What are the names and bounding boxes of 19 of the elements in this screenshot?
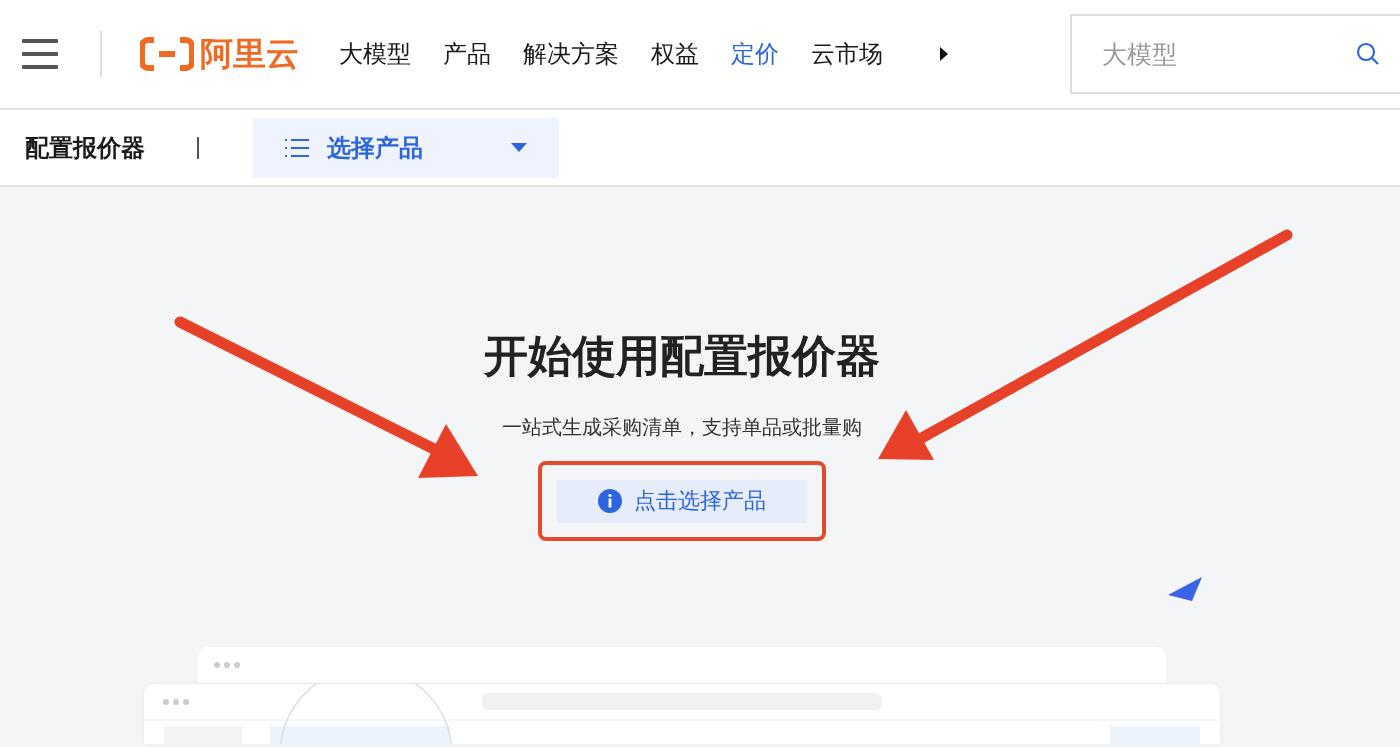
subtitle: 一站式生成采购清单，支持单品或批量购 (502, 414, 862, 441)
page-title: 配置报价器 (25, 132, 145, 164)
nav-link[interactable]: 解决方案 (523, 38, 619, 70)
nav-link[interactable]: 定价 (731, 38, 779, 70)
caret-down-icon (511, 143, 527, 152)
product-dropdown[interactable]: 选择产品 (253, 117, 559, 178)
nav-link[interactable]: 大模型 (339, 38, 411, 70)
nav-link[interactable]: 产品 (443, 38, 491, 70)
window-dots-icon (214, 662, 240, 668)
search-icon[interactable] (1356, 42, 1380, 66)
list-icon (285, 137, 309, 158)
nav-link[interactable]: 云市场 (811, 38, 883, 70)
select-product-button[interactable]: 点击选择产品 (557, 479, 807, 523)
menu-button[interactable] (22, 39, 58, 69)
info-icon (598, 489, 622, 513)
heading: 开始使用配置报价器 (484, 329, 880, 383)
nav-link[interactable]: 权益 (651, 38, 699, 70)
search-field[interactable]: 大模型 (1070, 14, 1400, 94)
caret-right-icon[interactable] (939, 46, 949, 62)
